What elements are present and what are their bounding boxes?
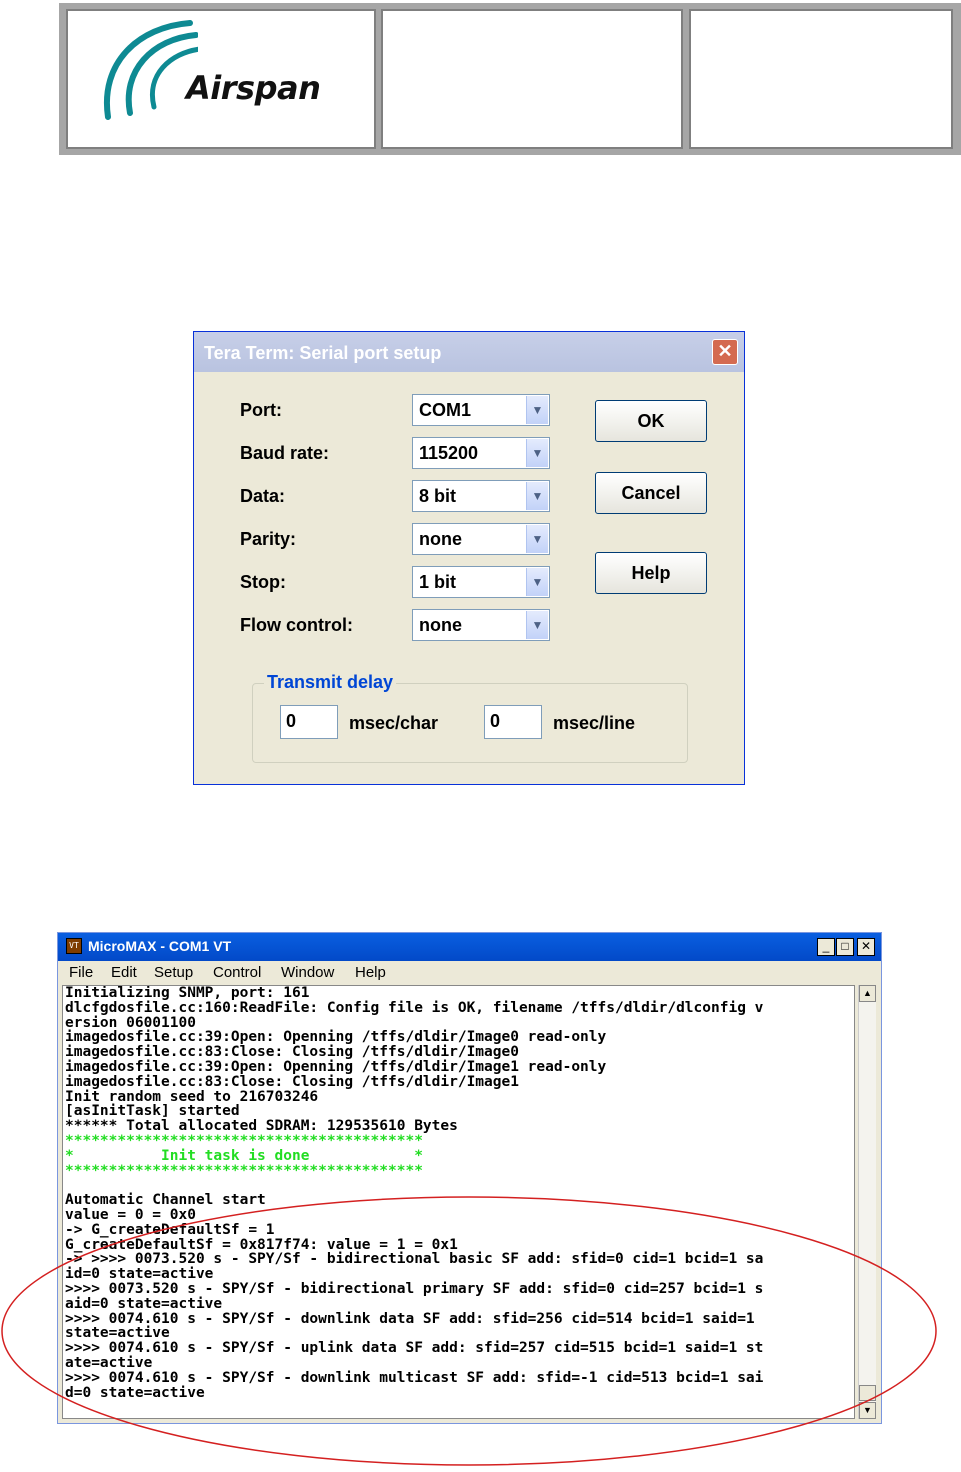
terminal-line: ate=active — [65, 1354, 153, 1371]
logo-cell: Airspan — [66, 9, 376, 149]
terminal-line: value = 0 = 0x0 — [65, 1206, 196, 1223]
terminal-screen[interactable]: Initializing SNMP, port: 161 dlcfgdosfile… — [62, 985, 855, 1419]
parity-label: Parity: — [240, 529, 297, 549]
msec-per-line-input[interactable]: 0 — [484, 705, 542, 739]
terminal-line: Init random seed to 216703246 — [65, 1088, 319, 1105]
close-icon[interactable]: ✕ — [712, 339, 738, 365]
parity-value: none — [419, 529, 462, 549]
menu-window[interactable]: Window — [281, 964, 334, 981]
chevron-down-icon[interactable]: ▼ — [526, 396, 548, 424]
scroll-down-icon[interactable]: ▼ — [859, 1402, 876, 1419]
menu-file[interactable]: File — [69, 964, 93, 981]
parity-select[interactable]: none ▼ — [412, 523, 550, 555]
header-cell-blank-2 — [689, 9, 953, 149]
terminal-title: MicroMAX - COM1 VT — [88, 938, 232, 954]
terminal-line: imagedosfile.cc:83:Close: Closing /tffs/… — [65, 1044, 519, 1061]
vt-app-icon: VT — [66, 938, 82, 954]
terminal-line: dlcfgdosfile.cc:160:ReadFile: Config fil… — [65, 999, 764, 1016]
terminal-line: [asInitTask] started — [65, 1103, 240, 1120]
menu-help[interactable]: Help — [355, 964, 386, 981]
terminal-line: Initializing SNMP, port: 161 — [65, 985, 310, 1001]
terminal-line: -> >>>> 0073.520 s - SPY/Sf - bidirectio… — [65, 1251, 764, 1268]
terminal-line: d=0 state=active — [65, 1384, 205, 1401]
chevron-down-icon[interactable]: ▼ — [526, 482, 548, 510]
port-select[interactable]: COM1 ▼ — [412, 394, 550, 426]
menu-control[interactable]: Control — [213, 964, 261, 981]
terminal-line: >>>> 0074.610 s - SPY/Sf - uplink data S… — [65, 1340, 764, 1357]
terminal-line: G_createDefaultSf = 0x817f74: value = 1 … — [65, 1236, 458, 1253]
flow-control-select[interactable]: none ▼ — [412, 609, 550, 641]
dialog-title-bar[interactable]: Tera Term: Serial port setup ✕ — [194, 332, 744, 372]
chevron-down-icon[interactable]: ▼ — [526, 439, 548, 467]
chevron-down-icon[interactable]: ▼ — [526, 525, 548, 553]
terminal-line: * Init task is done * — [65, 1147, 423, 1164]
data-bits-value: 8 bit — [419, 486, 457, 506]
minimize-icon[interactable]: _ — [817, 938, 835, 956]
port-label: Port: — [240, 400, 282, 420]
terminal-line: >>>> 0074.610 s - SPY/Sf - downlink data… — [65, 1310, 755, 1327]
chevron-down-icon[interactable]: ▼ — [526, 568, 548, 596]
terminal-menu-bar: File Edit Setup Control Window Help — [58, 961, 881, 985]
terminal-line: aid=0 state=active — [65, 1295, 223, 1312]
stop-bits-select[interactable]: 1 bit ▼ — [412, 566, 550, 598]
airspan-logo-arcs-icon — [103, 20, 198, 120]
terminal-line: imagedosfile.cc:39:Open: Openning /tffs/… — [65, 1058, 607, 1075]
airspan-logo: Airspan — [186, 69, 321, 107]
chevron-down-icon[interactable]: ▼ — [526, 611, 548, 639]
terminal-line: imagedosfile.cc:83:Close: Closing /tffs/… — [65, 1073, 519, 1090]
terminal-line: ****************************************… — [65, 1162, 423, 1179]
maximize-icon[interactable]: □ — [836, 938, 854, 956]
terminal-line: -> G_createDefaultSf = 1 — [65, 1221, 275, 1238]
flow-control-value: none — [419, 615, 462, 635]
serial-port-setup-dialog: Tera Term: Serial port setup ✕ Port: COM… — [193, 331, 745, 785]
document-header-table: Airspan — [59, 3, 961, 155]
ok-button[interactable]: OK — [595, 400, 707, 442]
terminal-line: ****** Total allocated SDRAM: 129535610 … — [65, 1118, 458, 1135]
terminal-line: Automatic Channel start — [65, 1192, 266, 1209]
terminal-line: ****************************************… — [65, 1132, 423, 1149]
stop-label: Stop: — [240, 572, 286, 592]
terminal-line: >>>> 0073.520 s - SPY/Sf - bidirectional… — [65, 1280, 764, 1297]
transmit-delay-title: Transmit delay — [264, 672, 397, 693]
micromax-terminal-window: VT MicroMAX - COM1 VT _ □ ✕ File Edit Se… — [57, 932, 882, 1424]
stop-bits-value: 1 bit — [419, 572, 457, 592]
baud-rate-label: Baud rate: — [240, 443, 330, 463]
msec-per-line-value: 0 — [490, 711, 501, 731]
scroll-up-icon[interactable]: ▲ — [859, 985, 876, 1002]
terminal-line: imagedosfile.cc:39:Open: Openning /tffs/… — [65, 1029, 607, 1046]
scrollbar-thumb[interactable] — [859, 1385, 876, 1401]
data-bits-select[interactable]: 8 bit ▼ — [412, 480, 550, 512]
dialog-title: Tera Term: Serial port setup — [204, 343, 442, 363]
header-cell-blank-1 — [381, 9, 683, 149]
terminal-title-bar[interactable]: VT MicroMAX - COM1 VT _ □ ✕ — [58, 933, 881, 961]
terminal-line: state=active — [65, 1325, 170, 1342]
menu-setup[interactable]: Setup — [154, 964, 193, 981]
msec-per-line-label: msec/line — [553, 713, 636, 733]
terminal-line: >>>> 0074.610 s - SPY/Sf - downlink mult… — [65, 1369, 764, 1386]
flow-control-label: Flow control: — [240, 615, 353, 635]
msec-per-char-input[interactable]: 0 — [280, 705, 338, 739]
help-button[interactable]: Help — [595, 552, 707, 594]
baud-rate-value: 115200 — [419, 443, 479, 463]
port-value: COM1 — [419, 400, 472, 420]
vertical-scrollbar[interactable]: ▲ ▼ — [858, 985, 876, 1419]
close-icon[interactable]: ✕ — [857, 938, 875, 956]
data-label: Data: — [240, 486, 286, 506]
msec-per-char-value: 0 — [286, 711, 297, 731]
terminal-line: ersion 06001100 — [65, 1014, 196, 1031]
terminal-output: Initializing SNMP, port: 161 dlcfgdosfile… — [65, 986, 763, 1400]
cancel-button[interactable]: Cancel — [595, 472, 707, 514]
terminal-line: id=0 state=active — [65, 1266, 214, 1283]
menu-edit[interactable]: Edit — [111, 964, 137, 981]
msec-per-char-label: msec/char — [349, 713, 439, 733]
baud-rate-select[interactable]: 115200 ▼ — [412, 437, 550, 469]
